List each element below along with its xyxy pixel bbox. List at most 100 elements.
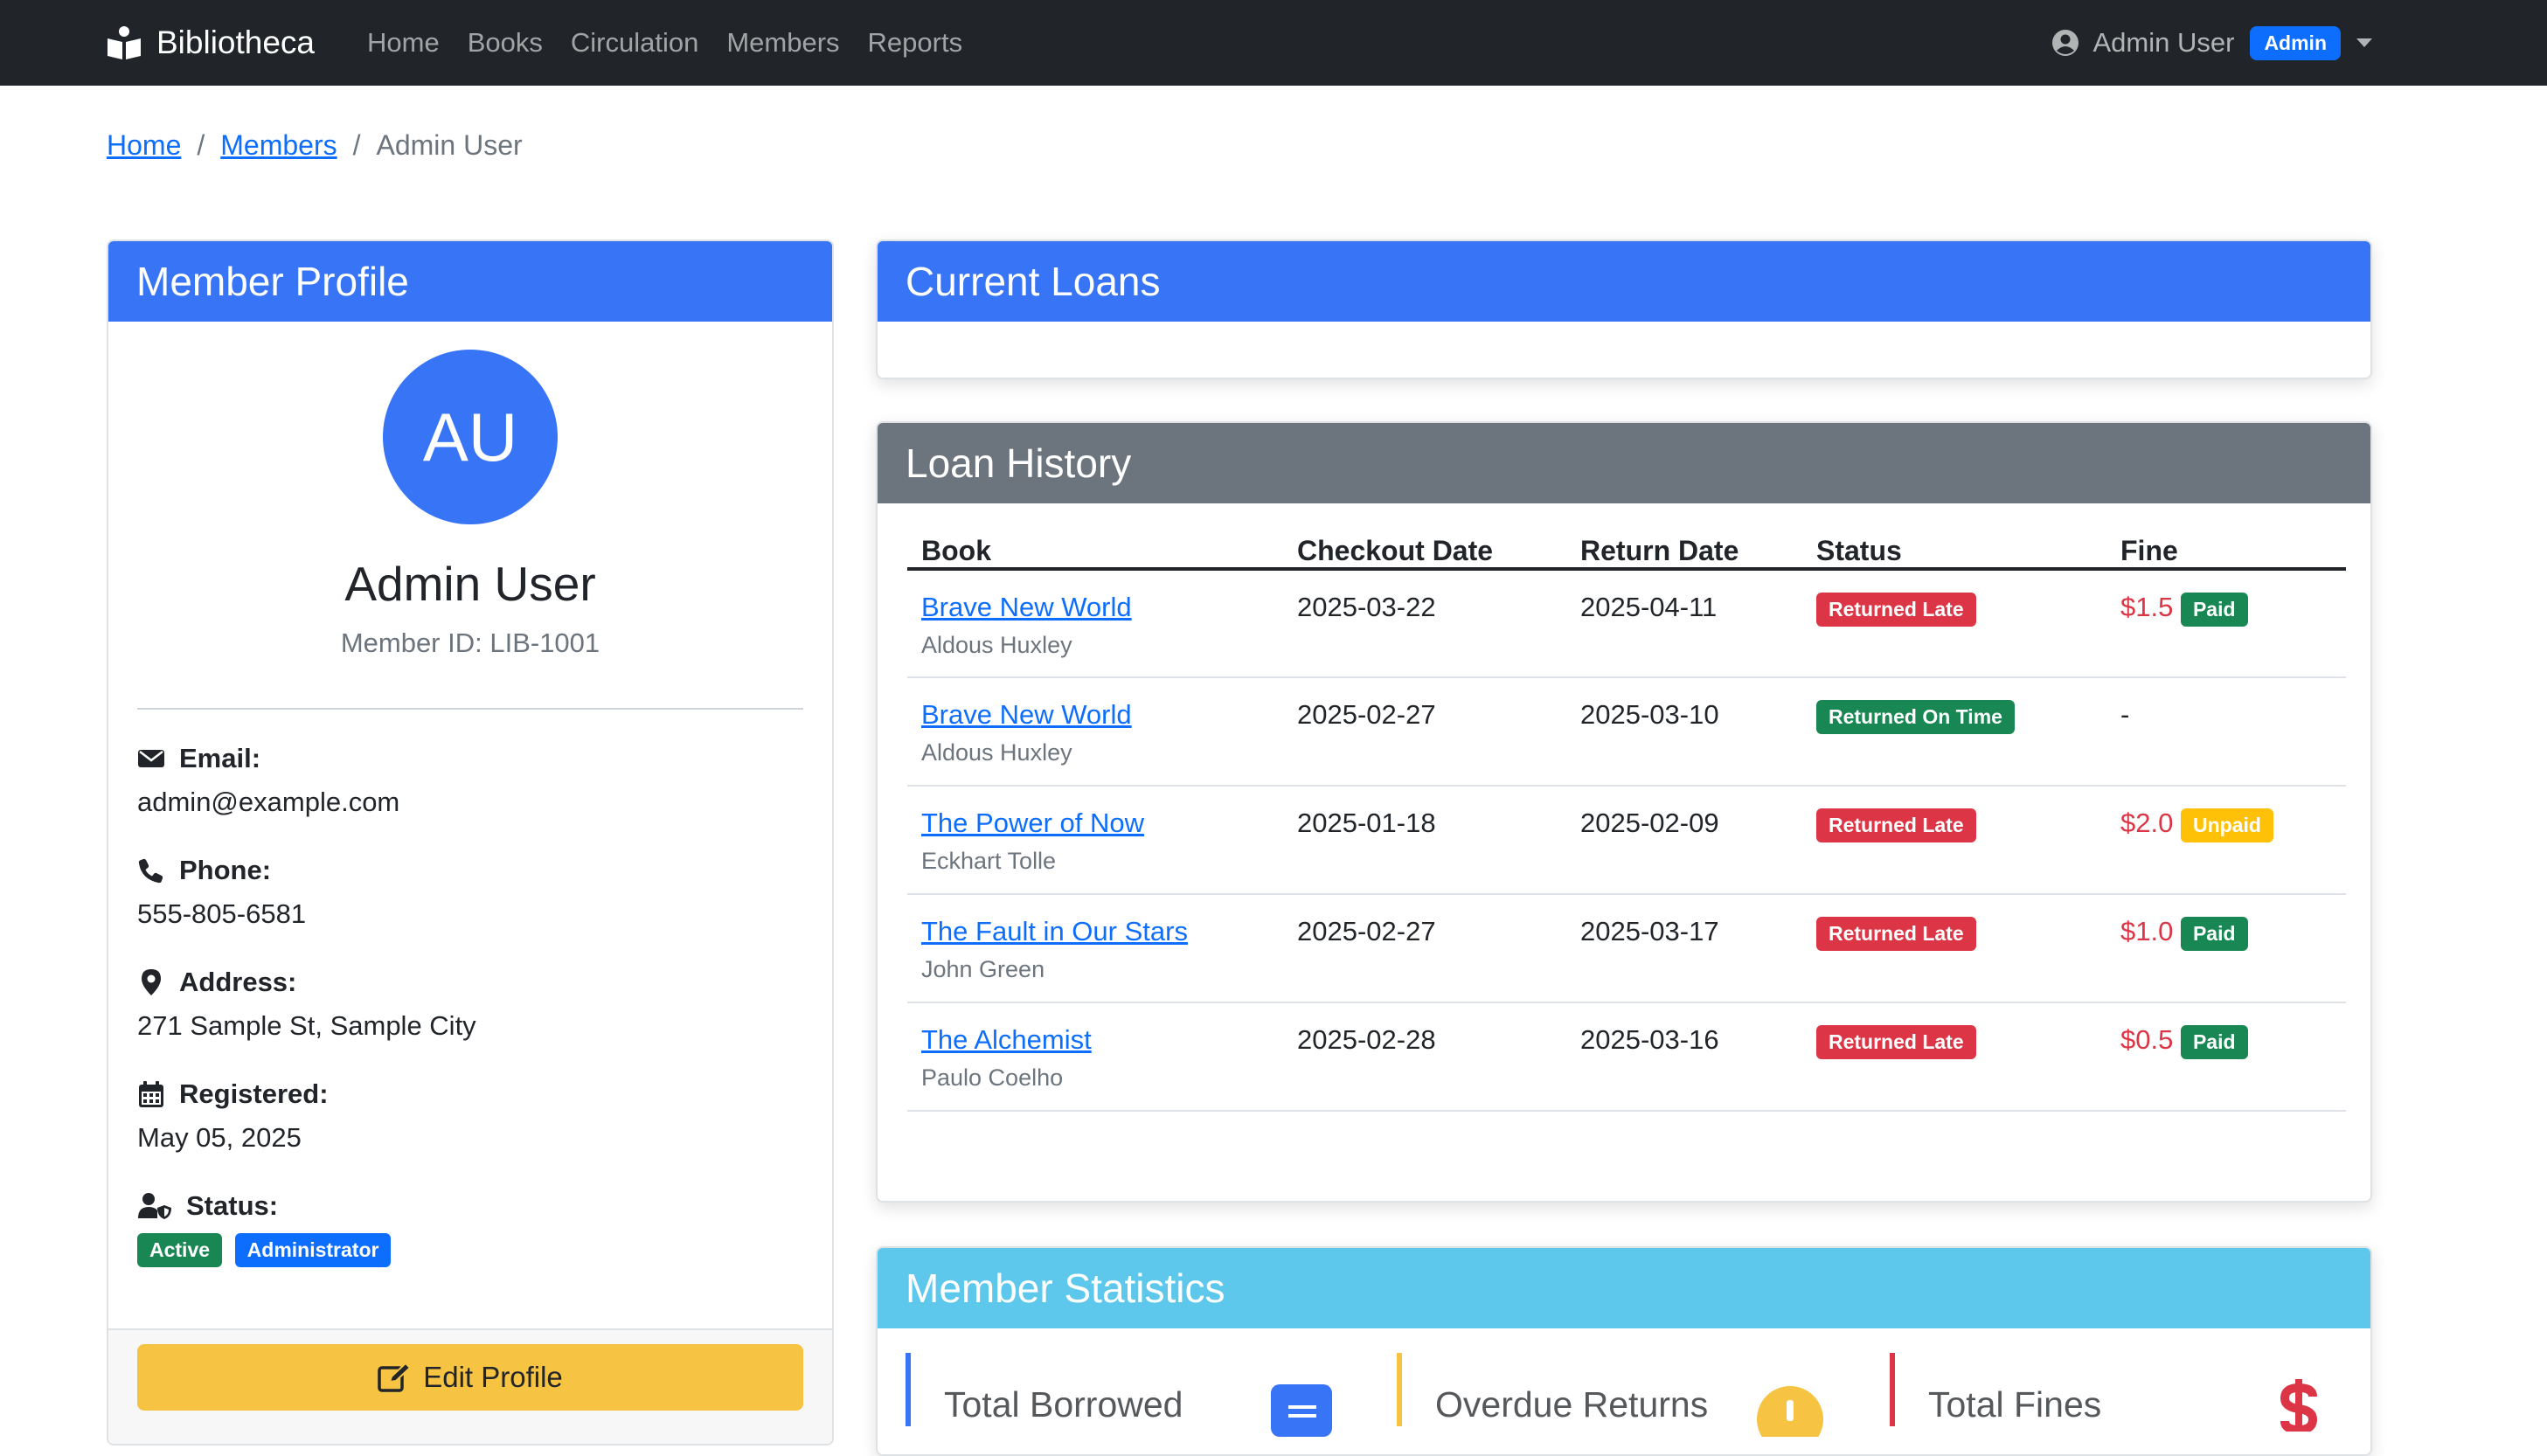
envelope-icon [138,750,164,767]
registered-label: Registered: [179,1078,329,1109]
fine-status-badge: Paid [2180,917,2248,951]
return-date: 2025-03-16 [1566,1002,1802,1112]
fine-status-badge: Unpaid [2180,808,2273,842]
nav-link-books[interactable]: Books [468,27,543,59]
nav-links: Home Books Circulation Members Reports [367,0,990,86]
book-reader-icon [108,26,141,59]
fine-status-badge: Paid [2180,593,2248,627]
member-name: Admin User [344,557,596,611]
checkout-date: 2025-02-28 [1283,1002,1566,1112]
edit-profile-label: Edit Profile [423,1361,563,1393]
fine-amount: $1.0 [2120,916,2174,946]
table-row: Brave New World Aldous Huxley 2025-02-27 … [907,677,2346,787]
current-loans-card: Current Loans [876,239,2372,379]
nav-link-home[interactable]: Home [367,27,440,59]
phone-info: Phone: 555-805-6581 [137,855,306,930]
column-header-book: Book [907,514,1283,571]
email-value: admin@example.com [137,787,400,817]
top-navbar: Bibliotheca Home Books Circulation Membe… [0,0,2547,86]
stat-label: Total Borrowed [944,1384,1183,1425]
return-date: 2025-02-09 [1566,786,1802,895]
loan-history-card: Loan History Book Checkout Date Return D… [876,421,2372,1203]
book-author: John Green [921,956,1045,982]
book-title-link[interactable]: The Fault in Our Stars [921,916,1188,946]
return-date: 2025-03-17 [1566,894,1802,1003]
column-header-checkout-date: Checkout Date [1283,514,1566,571]
brand-name: Bibliotheca [156,24,316,60]
status-badge: Returned Late [1816,1025,1976,1059]
checkout-date: 2025-02-27 [1283,677,1566,787]
chevron-down-icon [2356,38,2372,47]
phone-icon [138,858,163,884]
breadcrumb-current: Admin User [376,129,523,161]
loan-history-table: Book Checkout Date Return Date Status Fi… [907,514,2346,1112]
member-profile-header: Member Profile [108,241,832,322]
column-header-fine: Fine [2106,514,2346,571]
breadcrumb-separator: / [197,129,205,161]
member-statistics-header: Member Statistics [878,1248,2370,1328]
current-loans-header: Current Loans [878,241,2370,322]
stat-label: Total Fines [1928,1384,2102,1425]
book-title-link[interactable]: The Alchemist [921,1024,1092,1055]
phone-label: Phone: [179,855,272,885]
stat-card-overdue-returns: Overdue Returns [1397,1353,1851,1437]
stat-card-total-fines: Total Fines [1890,1353,2346,1432]
map-marker-icon [142,969,161,995]
fine-status-badge: Paid [2180,1025,2248,1059]
avatar: AU [383,350,558,524]
email-label: Email: [179,743,261,773]
user-name: Admin User [2092,27,2235,58]
table-row: The Power of Now Eckhart Tolle 2025-01-18… [907,786,2346,895]
return-date: 2025-03-10 [1566,677,1802,787]
book-icon [1271,1384,1332,1437]
registered-value: May 05, 2025 [137,1122,302,1153]
book-title-link[interactable]: Brave New World [921,699,1132,730]
edit-profile-button[interactable]: Edit Profile [137,1344,803,1411]
brand-link[interactable]: Bibliotheca [106,17,315,68]
stat-label: Overdue Returns [1435,1384,1709,1425]
fine-amount: $0.5 [2120,1024,2174,1055]
book-title-link[interactable]: The Power of Now [921,808,1144,838]
return-date: 2025-04-11 [1566,569,1802,678]
table-row: The Fault in Our Stars John Green 2025-02… [907,894,2346,1003]
status-label: Status: [186,1190,279,1221]
checkout-date: 2025-01-18 [1283,786,1566,895]
table-row: The Alchemist Paulo Coelho 2025-02-28 202… [907,1002,2346,1112]
status-badge: Returned Late [1816,593,1976,627]
book-title-link[interactable]: Brave New World [921,592,1132,622]
address-value: 271 Sample St, Sample City [137,1010,476,1041]
fine-amount: $1.5 [2120,592,2174,622]
fine-amount: $2.0 [2120,808,2174,838]
table-header-row: Book Checkout Date Return Date Status Fi… [907,514,2346,571]
address-info: Address: 271 Sample St, Sample City [137,967,476,1042]
email-info: Email: admin@example.com [137,743,399,818]
dollar-icon [2280,1379,2318,1432]
registered-info: Registered: May 05, 2025 [137,1078,329,1154]
phone-value: 555-805-6581 [137,898,307,929]
nav-link-members[interactable]: Members [726,27,839,59]
column-header-return-date: Return Date [1566,514,1802,571]
status-info: Status: Active Administrator [137,1190,392,1267]
checkout-date: 2025-02-27 [1283,894,1566,1003]
book-author: Eckhart Tolle [921,848,1057,874]
column-header-status: Status [1802,514,2106,571]
book-author: Aldous Huxley [921,739,1072,766]
member-profile-card: Member Profile AU Admin User Member ID: … [107,239,834,1446]
book-author: Paulo Coelho [921,1064,1064,1091]
nav-link-reports[interactable]: Reports [868,27,963,59]
address-label: Address: [179,967,297,997]
breadcrumb-members[interactable]: Members [220,129,337,162]
book-author: Aldous Huxley [921,632,1072,658]
table-row: Brave New World Aldous Huxley 2025-03-22 … [907,569,2346,678]
edit-icon [378,1362,412,1392]
nav-link-circulation[interactable]: Circulation [571,27,698,59]
status-badge-active: Active [137,1233,223,1267]
status-badge: Returned On Time [1816,700,2015,734]
calendar-icon [139,1081,163,1107]
user-shield-icon [138,1193,171,1219]
loan-history-header: Loan History [878,423,2370,503]
breadcrumb: Home / Members / Admin User [107,129,523,162]
breadcrumb-home[interactable]: Home [107,129,181,162]
user-menu-toggle[interactable]: Admin User Admin [2051,0,2372,86]
fine-amount: - [2120,699,2130,730]
